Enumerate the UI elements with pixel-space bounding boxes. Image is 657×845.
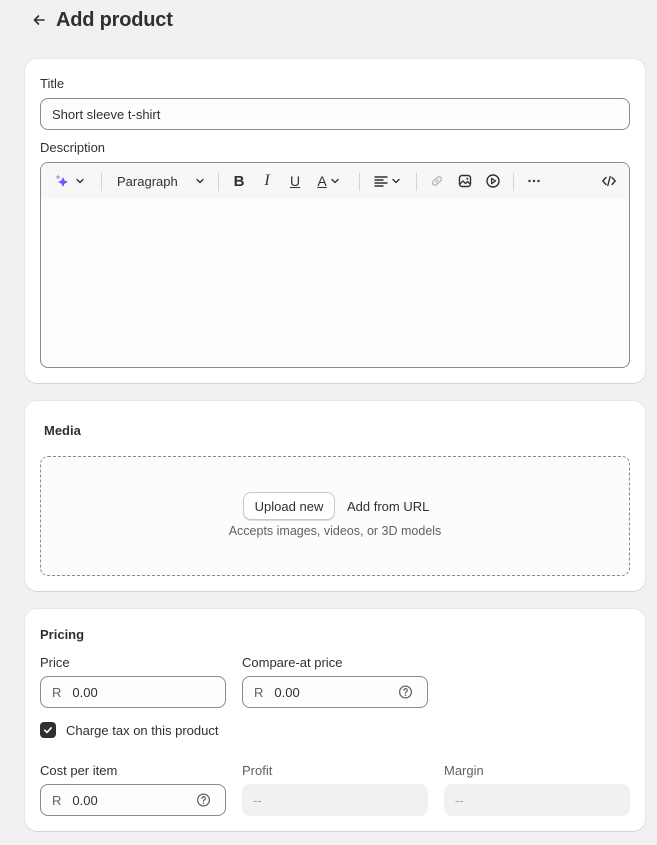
show-html-button[interactable] [597, 163, 621, 199]
insert-image-button[interactable] [453, 163, 477, 199]
help-icon[interactable] [398, 685, 413, 700]
media-card: Media Upload new Add from URL Accepts im… [25, 401, 645, 591]
more-horizontal-icon [528, 179, 540, 183]
margin-value: -- [455, 792, 464, 808]
text-color-icon: A [317, 173, 327, 189]
sparkle-icon [55, 174, 68, 187]
image-icon [458, 174, 472, 188]
title-input[interactable]: Short sleeve t-shirt [40, 98, 630, 130]
chevron-down-icon [196, 178, 204, 184]
underline-button[interactable]: U [283, 163, 307, 199]
chevron-down-icon [330, 178, 339, 184]
compare-at-price-label: Compare-at price [242, 655, 343, 670]
chevron-down-icon [76, 178, 84, 184]
text-color-button[interactable]: A [311, 163, 347, 199]
pricing-card: Pricing Price R 0.00 Compare-at price R … [25, 609, 645, 831]
align-button[interactable] [369, 163, 405, 199]
toolbar-divider [416, 173, 417, 191]
profit-field: -- [242, 784, 428, 816]
add-from-url-button[interactable]: Add from URL [347, 492, 429, 520]
toolbar-divider [218, 173, 219, 191]
title-label: Title [40, 76, 65, 91]
checkmark-icon [44, 727, 52, 734]
page-title: Add product [56, 8, 173, 31]
profit-label: Profit [242, 763, 273, 778]
toolbar-divider [513, 173, 514, 191]
media-dropzone[interactable]: Upload new Add from URL Accepts images, … [40, 456, 630, 576]
margin-field: -- [444, 784, 630, 816]
cost-per-item-label: Cost per item [40, 763, 118, 778]
cost-per-item-input[interactable]: R 0.00 [40, 784, 226, 816]
currency-prefix: R [52, 792, 62, 808]
page-header: Add product [30, 6, 173, 34]
italic-button[interactable]: I [255, 163, 279, 199]
compare-at-price-input[interactable]: R 0.00 [242, 676, 428, 708]
media-hint: Accepts images, videos, or 3D models [228, 524, 442, 538]
media-heading: Media [44, 423, 81, 438]
ai-generate-button[interactable] [51, 163, 89, 199]
description-text-area[interactable] [41, 199, 629, 367]
compare-at-price-value: 0.00 [274, 684, 300, 700]
price-value: 0.00 [72, 684, 98, 700]
product-details-card: Title Short sleeve t-shirt Description P… [25, 59, 645, 383]
price-input[interactable]: R 0.00 [40, 676, 226, 708]
margin-label: Margin [444, 763, 484, 778]
back-button[interactable] [30, 11, 48, 29]
charge-tax-label[interactable]: Charge tax on this product [66, 723, 218, 738]
description-editor: Paragraph B I U A [40, 162, 630, 368]
format-select-value: Paragraph [117, 173, 178, 189]
toolbar-divider [101, 173, 102, 191]
charge-tax-checkbox[interactable] [40, 722, 56, 738]
code-icon [602, 175, 616, 187]
currency-prefix: R [52, 684, 62, 700]
price-label: Price [40, 655, 70, 670]
upload-new-button[interactable]: Upload new [243, 492, 335, 520]
bold-button[interactable]: B [227, 163, 251, 199]
align-left-icon [373, 176, 388, 187]
link-button[interactable] [425, 163, 449, 199]
format-select[interactable]: Paragraph [113, 163, 209, 199]
title-input-value: Short sleeve t-shirt [52, 106, 161, 122]
toolbar-divider [359, 173, 360, 191]
profit-value: -- [253, 792, 262, 808]
chevron-down-icon [391, 178, 400, 184]
arrow-left-icon [33, 15, 45, 25]
cost-per-item-value: 0.00 [72, 792, 98, 808]
insert-video-button[interactable] [481, 163, 505, 199]
pricing-heading: Pricing [40, 627, 85, 642]
currency-prefix: R [254, 684, 264, 700]
help-icon[interactable] [196, 793, 211, 808]
underline-icon: U [289, 173, 301, 189]
italic-icon: I [264, 172, 270, 189]
description-label: Description [40, 140, 106, 155]
link-icon [432, 176, 442, 186]
more-button[interactable] [522, 163, 546, 199]
bold-icon: B [233, 172, 245, 190]
editor-toolbar: Paragraph B I U A [41, 163, 629, 199]
play-circle-icon [486, 174, 500, 188]
